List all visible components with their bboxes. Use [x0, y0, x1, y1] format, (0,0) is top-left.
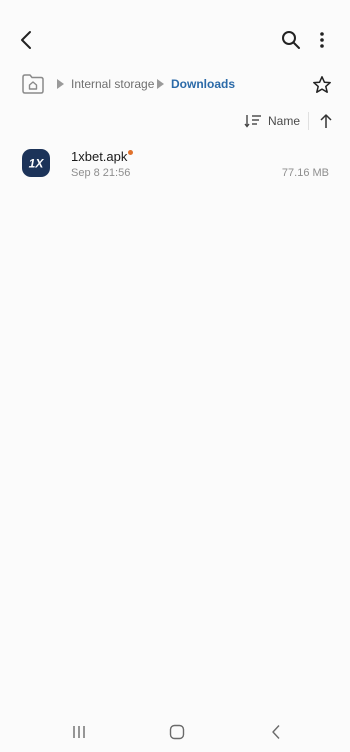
favorite-button[interactable] [306, 69, 338, 101]
home-icon [169, 724, 185, 740]
breadcrumb-downloads[interactable]: Downloads [171, 77, 235, 91]
sort-bar: Name [0, 108, 350, 134]
star-outline-icon [313, 76, 331, 93]
sort-by-button[interactable]: Name [244, 110, 300, 132]
top-app-bar [0, 22, 350, 58]
file-size: 77.16 MB [281, 167, 329, 179]
recents-icon [73, 726, 85, 738]
breadcrumb-separator-icon [57, 79, 64, 89]
file-date: Sep 8 21:56 [71, 167, 131, 179]
back-button[interactable] [10, 24, 42, 56]
arrow-up-icon [320, 114, 332, 128]
home-button[interactable] [163, 718, 191, 746]
back-arrow-icon [21, 31, 31, 49]
sort-by-label: Name [268, 114, 301, 128]
breadcrumb-separator-icon [157, 79, 164, 89]
back-icon [272, 725, 280, 739]
home-folder-button[interactable] [20, 72, 46, 96]
file-name: 1xbet.apk [71, 149, 128, 164]
more-options-button[interactable] [306, 24, 338, 56]
recents-button[interactable] [65, 718, 93, 746]
sort-direction-button[interactable] [310, 105, 342, 137]
sort-divider [308, 112, 309, 130]
search-button[interactable] [275, 24, 307, 56]
new-item-indicator [128, 150, 133, 155]
search-icon [282, 31, 300, 49]
app-icon-text: 1X [29, 157, 45, 171]
home-folder-icon [22, 74, 44, 94]
breadcrumb: Internal storage Downloads [0, 68, 350, 102]
list-item[interactable]: 1X 1xbet.apk Sep 8 21:56 77.16 MB [0, 142, 350, 188]
system-back-button[interactable] [262, 718, 290, 746]
sort-icon [244, 115, 261, 128]
breadcrumb-internal-storage[interactable]: Internal storage [71, 77, 154, 91]
system-navigation-bar [0, 712, 350, 752]
apk-file-icon: 1X [22, 149, 50, 177]
more-vertical-icon [320, 32, 324, 48]
